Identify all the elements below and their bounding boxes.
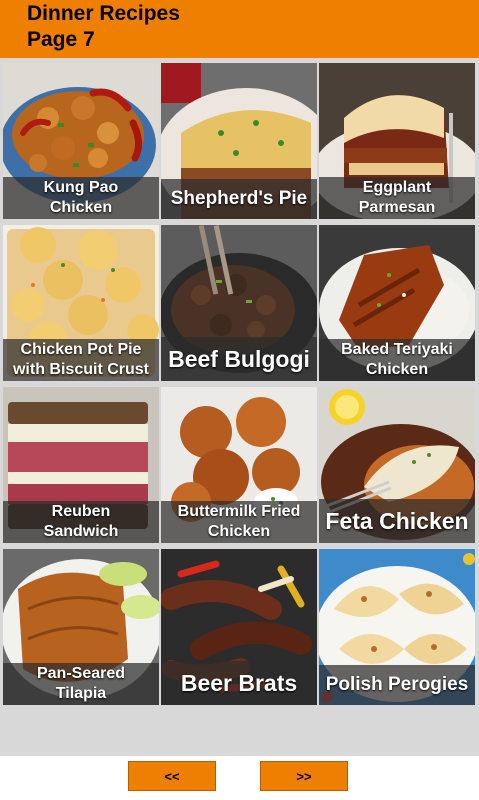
- recipe-tile-label: Feta Chicken: [319, 499, 475, 543]
- recipe-tile-polish-perogies[interactable]: Polish Perogies: [319, 549, 475, 705]
- recipe-tile-label: Baked Teriyaki Chicken: [319, 339, 475, 381]
- next-page-button[interactable]: >>: [260, 761, 348, 791]
- recipe-tile-label: Chicken Pot Pie with Biscuit Crust: [3, 339, 159, 381]
- recipe-name: Polish Perogies: [325, 674, 469, 695]
- recipe-tile-label: Beef Bulgogi: [161, 337, 317, 381]
- recipe-tile-label: Beer Brats: [161, 661, 317, 705]
- recipe-tile-label: Buttermilk Fried Chicken: [161, 501, 317, 543]
- page-number: Page 7: [27, 28, 95, 51]
- recipe-tile-label: Eggplant Parmesan: [319, 177, 475, 219]
- recipe-tile-chicken-pot-pie[interactable]: Chicken Pot Pie with Biscuit Crust: [3, 225, 159, 381]
- recipe-name: Chicken Pot Pie with Biscuit Crust: [12, 341, 149, 378]
- recipe-tile-beef-bulgogi[interactable]: Beef Bulgogi: [161, 225, 317, 381]
- recipe-tile-shepherds-pie[interactable]: Shepherd's Pie: [161, 63, 317, 219]
- previous-page-button[interactable]: <<: [128, 761, 216, 791]
- recipe-name: Feta Chicken: [325, 508, 469, 534]
- recipe-name: Eggplant Parmesan: [358, 179, 436, 216]
- recipe-tile-label: Pan-Seared Tilapia: [3, 663, 159, 705]
- recipe-name: Baked Teriyaki Chicken: [341, 341, 453, 378]
- page-header: Dinner Recipes Page 7: [0, 0, 479, 58]
- recipe-name: Kung Pao Chicken: [43, 179, 119, 216]
- recipe-tile-beer-brats[interactable]: Beer Brats: [161, 549, 317, 705]
- page-title: Dinner Recipes: [27, 2, 180, 25]
- recipe-name: Pan-Seared Tilapia: [36, 665, 126, 702]
- recipe-tile-reuben-sandwich[interactable]: Reuben Sandwich: [3, 387, 159, 543]
- recipe-name: Beef Bulgogi: [168, 346, 310, 372]
- recipe-grid: Kung Pao Chicken Shepherd's Pie Eggplant…: [0, 58, 479, 756]
- recipe-name: Shepherd's Pie: [170, 188, 308, 209]
- recipe-name: Reuben Sandwich: [43, 503, 119, 540]
- recipe-tile-label: Kung Pao Chicken: [3, 177, 159, 219]
- recipe-tile-label: Shepherd's Pie: [161, 179, 317, 219]
- pagination-bar: << >>: [0, 756, 479, 800]
- recipe-tile-label: Reuben Sandwich: [3, 501, 159, 543]
- recipe-tile-baked-teriyaki-chicken[interactable]: Baked Teriyaki Chicken: [319, 225, 475, 381]
- recipe-tile-eggplant-parmesan[interactable]: Eggplant Parmesan: [319, 63, 475, 219]
- recipe-tile-label: Polish Perogies: [319, 665, 475, 705]
- recipe-tile-kung-pao-chicken[interactable]: Kung Pao Chicken: [3, 63, 159, 219]
- recipe-tile-feta-chicken[interactable]: Feta Chicken: [319, 387, 475, 543]
- recipe-name: Buttermilk Fried Chicken: [177, 503, 301, 540]
- recipe-tile-pan-seared-tilapia[interactable]: Pan-Seared Tilapia: [3, 549, 159, 705]
- recipe-tile-buttermilk-fried-chicken[interactable]: Buttermilk Fried Chicken: [161, 387, 317, 543]
- recipe-name: Beer Brats: [180, 670, 298, 696]
